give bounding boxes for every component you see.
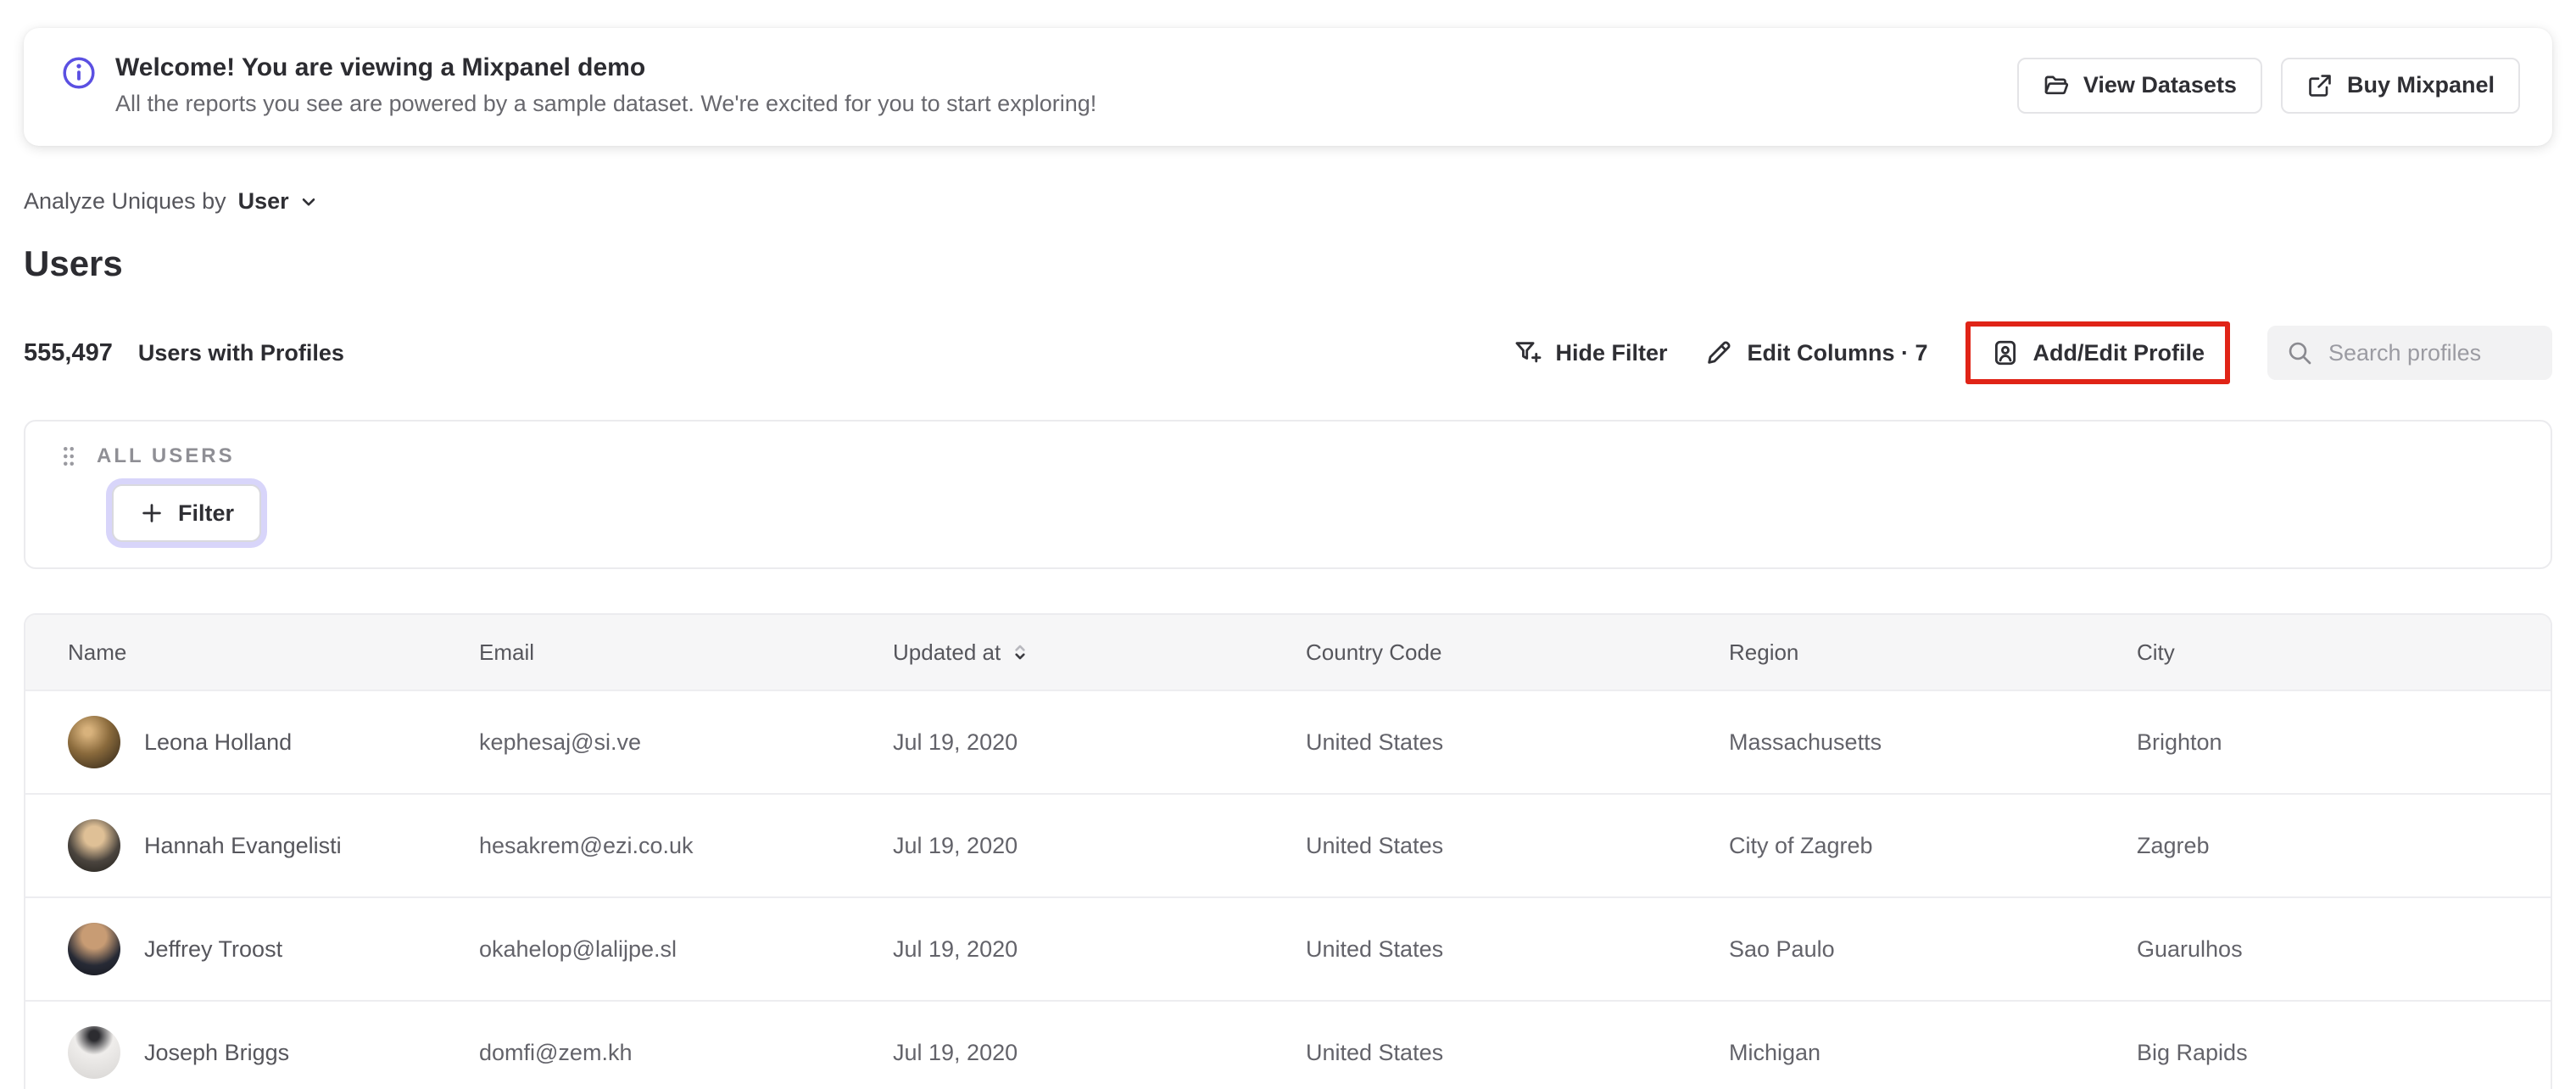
search-icon [2289,342,2311,365]
col-header-city: City [2137,639,2175,665]
user-name: Joseph Briggs [144,1039,290,1065]
user-count: 555,497 [24,338,113,366]
users-table: Name Email Updated at Country Code Regio… [24,613,2552,1089]
user-country: United States [1306,832,1444,858]
hide-filter-button[interactable]: Hide Filter [1513,338,1667,367]
col-header-updated-at-label: Updated at [893,639,1001,665]
user-region: City of Zagreb [1729,832,1873,858]
add-edit-profile-label: Add/Edit Profile [2032,339,2205,366]
info-icon [63,57,95,89]
banner-subtitle: All the reports you see are powered by a… [115,91,1097,116]
user-updated-at: Jul 19, 2020 [893,1039,1018,1065]
user-name: Leona Holland [144,729,293,755]
search-profiles-input[interactable] [2328,339,2534,366]
page-root: Welcome! You are viewing a Mixpanel demo… [0,28,2576,1089]
col-header-name: Name [68,639,127,665]
hide-filter-label: Hide Filter [1555,339,1668,366]
analyze-uniques-row: Analyze Uniques by User [24,188,2552,215]
avatar [68,1026,120,1079]
sort-icon [1015,645,1025,660]
add-filter-label: Filter [178,500,235,526]
avatar [68,716,120,768]
external-link-icon [2309,74,2331,97]
col-header-region: Region [1729,639,1799,665]
user-country: United States [1306,729,1444,755]
edit-columns-label: Edit Columns · 7 [1747,339,1928,366]
user-email: kephesaj@si.ve [479,729,642,755]
summary-toolbar-row: 555,497 Users with Profiles Hide Filter … [24,321,2552,384]
user-count-label: Users with Profiles [137,339,344,366]
user-city: Big Rapids [2137,1039,2248,1065]
welcome-banner: Welcome! You are viewing a Mixpanel demo… [24,28,2552,146]
drag-handle-icon[interactable] [59,444,78,469]
user-name: Jeffrey Troost [144,935,283,962]
avatar [68,819,120,872]
user-email: hesakrem@ezi.co.uk [479,832,694,858]
analyze-by-dropdown[interactable]: User [238,188,320,215]
user-updated-at: Jul 19, 2020 [893,935,1018,962]
add-edit-profile-button[interactable]: Add/Edit Profile [1991,338,2205,367]
col-header-email: Email [479,639,535,665]
user-email: domfi@zem.kh [479,1039,633,1065]
table-row[interactable]: Jeffrey Troost okahelop@lalijpe.sl Jul 1… [25,896,2551,1000]
pencil-icon [1708,341,1731,364]
filter-panel: ALL USERS Filter [24,420,2552,569]
view-datasets-label: View Datasets [2083,72,2237,98]
user-email: okahelop@lalijpe.sl [479,935,677,962]
user-city: Zagreb [2137,832,2210,858]
page-title: Users [24,243,123,283]
analyze-by-selected-value: User [237,188,289,214]
user-region: Michigan [1729,1039,1821,1065]
col-header-country-code: Country Code [1306,639,1442,665]
filter-funnel-icon [1515,342,1542,363]
user-country: United States [1306,1039,1444,1065]
col-header-updated-at[interactable]: Updated at [893,639,1306,666]
avatar [68,923,120,975]
table-header-row: Name Email Updated at Country Code Regio… [25,615,2551,690]
toolbar: Hide Filter Edit Columns · 7 Add/Edit Pr… [1513,321,2552,384]
banner-title: Welcome! You are viewing a Mixpanel demo [115,53,646,81]
group-label-all-users: ALL USERS [97,444,235,467]
analyze-uniques-label: Analyze Uniques by [24,188,226,214]
edit-columns-button[interactable]: Edit Columns · 7 [1704,338,1928,367]
user-city: Brighton [2137,729,2222,755]
buy-mixpanel-button[interactable]: Buy Mixpanel [2280,57,2520,114]
annotation-highlight-box: Add/Edit Profile [1965,321,2230,384]
folder-icon [2044,75,2068,94]
user-country: United States [1306,935,1444,962]
user-updated-at: Jul 19, 2020 [893,832,1018,858]
plus-icon [142,504,161,522]
user-region: Massachusetts [1729,729,1882,755]
user-city: Guarulhos [2137,935,2243,962]
table-row[interactable]: Joseph Briggs domfi@zem.kh Jul 19, 2020 … [25,1000,2551,1089]
table-row[interactable]: Hannah Evangelisti hesakrem@ezi.co.uk Ju… [25,793,2551,896]
table-row[interactable]: Leona Holland kephesaj@si.ve Jul 19, 202… [25,690,2551,793]
buy-mixpanel-label: Buy Mixpanel [2346,72,2495,98]
user-region: Sao Paulo [1729,935,1835,962]
user-updated-at: Jul 19, 2020 [893,729,1018,755]
user-name: Hannah Evangelisti [144,832,342,858]
view-datasets-button[interactable]: View Datasets [2016,57,2262,114]
profile-badge-icon [1994,340,2016,366]
chevron-down-icon [302,198,315,206]
search-profiles-box [2267,326,2552,380]
add-filter-button[interactable]: Filter [112,484,262,542]
